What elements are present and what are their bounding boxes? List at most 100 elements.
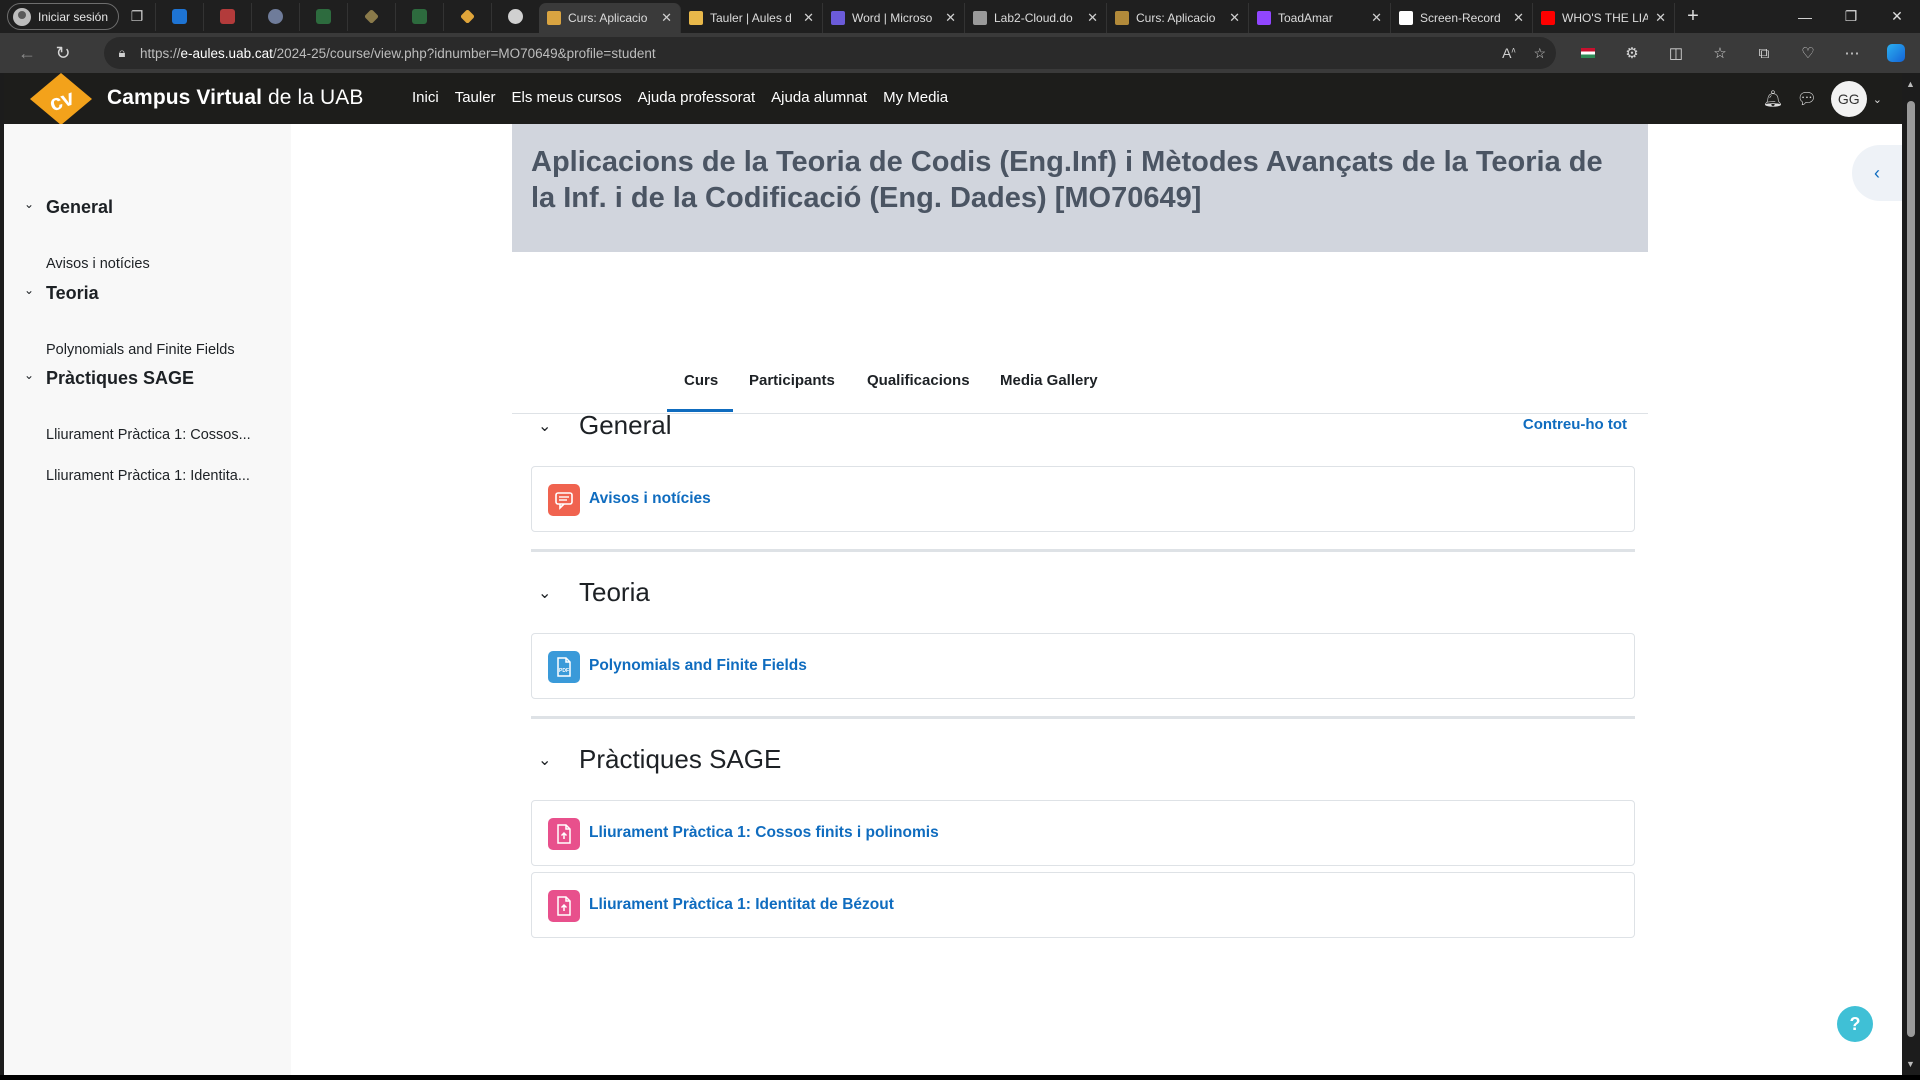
chevron-down-icon[interactable]: ⌄ xyxy=(538,750,551,770)
activity-name[interactable]: Polynomials and Finite Fields xyxy=(589,657,807,675)
scroll-up-arrow-icon[interactable]: ▲ xyxy=(1906,79,1915,89)
workspaces-icon[interactable]: ❐ xyxy=(119,3,155,31)
pinned-tab-2[interactable] xyxy=(251,2,299,31)
close-window-button[interactable]: ✕ xyxy=(1874,0,1920,33)
collections-icon[interactable]: ⧉ xyxy=(1742,33,1786,73)
chevron-down-icon[interactable]: ⌄ xyxy=(24,197,34,211)
drawer-section-practiques[interactable]: Pràctiques SAGE xyxy=(46,368,194,389)
browser-essentials-icon[interactable]: ♡ xyxy=(1786,33,1830,73)
scroll-down-arrow-icon[interactable]: ▼ xyxy=(1906,1059,1915,1069)
browser-tab[interactable]: Curs: Aplicacio ✕ xyxy=(1107,3,1249,33)
tab-media-gallery[interactable]: Media Gallery xyxy=(1000,372,1098,389)
copilot-icon[interactable] xyxy=(1874,33,1918,73)
nav-inici[interactable]: Inici xyxy=(412,89,439,106)
close-tab-icon[interactable]: ✕ xyxy=(1229,10,1240,26)
tab-favicon-icon xyxy=(1399,11,1413,25)
activity-avisos[interactable]: Avisos i notícies xyxy=(531,466,1635,532)
page-scrollbar[interactable]: ▲ ▼ xyxy=(1902,73,1920,1075)
activity-name[interactable]: Avisos i notícies xyxy=(589,490,711,508)
section-header: ⌄ General Contreu-ho tot xyxy=(531,406,1635,446)
open-block-drawer-button[interactable]: ‹ xyxy=(1852,145,1902,201)
browser-tab[interactable]: WHO'S THE LIA ✕ xyxy=(1533,3,1675,33)
close-tab-icon[interactable]: ✕ xyxy=(1655,10,1666,26)
tab-curs[interactable]: Curs xyxy=(684,372,718,389)
nav-tauler[interactable]: Tauler xyxy=(455,89,496,106)
drawer-section-teoria[interactable]: Teoria xyxy=(46,283,99,304)
split-screen-icon[interactable]: ◫ xyxy=(1654,33,1698,73)
scrollbar-thumb[interactable] xyxy=(1907,101,1915,1037)
close-tab-icon[interactable]: ✕ xyxy=(1087,10,1098,26)
browser-tab[interactable]: Screen-Record ✕ xyxy=(1391,3,1533,33)
url-path: /2024-25/course/view.php?idnumber=MO7064… xyxy=(272,45,656,61)
url-host: e-aules.uab.cat xyxy=(180,45,273,61)
messages-icon[interactable]: 💬︎ xyxy=(1797,89,1817,109)
nav-els-meus-cursos[interactable]: Els meus cursos xyxy=(512,89,622,106)
favorite-star-icon[interactable]: ☆ xyxy=(1533,45,1546,62)
back-button[interactable]: ← xyxy=(9,37,45,69)
pinned-tab-3[interactable] xyxy=(299,2,347,31)
browser-tab[interactable]: ToadAmar ✕ xyxy=(1249,3,1391,33)
chevron-down-icon[interactable]: ⌄ xyxy=(538,583,551,603)
browser-tab[interactable]: Tauler | Aules d ✕ xyxy=(681,3,823,33)
activity-polynomials[interactable]: PDF Polynomials and Finite Fields xyxy=(531,633,1635,699)
pinned-tab-outlook[interactable] xyxy=(155,2,203,31)
nav-ajuda-professorat[interactable]: Ajuda professorat xyxy=(638,89,756,106)
close-tab-icon[interactable]: ✕ xyxy=(1513,10,1524,26)
close-tab-icon[interactable]: ✕ xyxy=(1371,10,1382,26)
section-title[interactable]: Teoria xyxy=(579,577,650,608)
site-brand[interactable]: Campus Virtual de la UAB xyxy=(107,86,363,110)
tab-favicon-icon xyxy=(831,11,845,25)
nav-ajuda-alumnat[interactable]: Ajuda alumnat xyxy=(771,89,867,106)
url-prefix: https:// xyxy=(140,45,181,61)
pinned-tab-5[interactable] xyxy=(395,2,443,31)
browser-tab[interactable]: Word | Microso ✕ xyxy=(823,3,965,33)
favorites-icon[interactable]: ☆ xyxy=(1698,33,1742,73)
pinned-tab-1[interactable] xyxy=(203,2,251,31)
close-tab-icon[interactable]: ✕ xyxy=(661,10,672,26)
chevron-down-icon[interactable]: ⌄ xyxy=(24,368,34,382)
restore-button[interactable]: ❐ xyxy=(1828,0,1874,33)
nav-my-media[interactable]: My Media xyxy=(883,89,948,106)
address-bar[interactable]: 🔒︎ https://e-aules.uab.cat/2024-25/cours… xyxy=(104,37,1556,69)
chevron-down-icon[interactable]: ⌄ xyxy=(24,283,34,297)
profile-button[interactable]: Iniciar sesión xyxy=(7,3,119,30)
read-aloud-icon[interactable]: Aʌ xyxy=(1502,45,1515,61)
collapse-all-link[interactable]: Contreu-ho tot xyxy=(1523,416,1627,433)
section-title[interactable]: Pràctiques SAGE xyxy=(579,744,781,775)
extension-flag-icon[interactable] xyxy=(1566,33,1610,73)
notifications-bell-icon[interactable]: 🔔︎ xyxy=(1763,89,1783,109)
drawer-item-lliurament-identitat[interactable]: Lliurament Pràctica 1: Identita... xyxy=(46,468,250,484)
new-tab-button[interactable]: + xyxy=(1675,5,1711,28)
tab-title: WHO'S THE LIA xyxy=(1562,11,1649,25)
help-button[interactable]: ? xyxy=(1837,1006,1873,1042)
pinned-tab-6[interactable] xyxy=(443,2,491,31)
section-title[interactable]: General xyxy=(579,410,672,441)
more-menu-icon[interactable]: ⋯ xyxy=(1830,33,1874,73)
minimize-button[interactable]: — xyxy=(1782,0,1828,33)
chevron-down-icon[interactable]: ⌄ xyxy=(538,416,551,436)
activity-name[interactable]: Lliurament Pràctica 1: Cossos finits i p… xyxy=(589,824,939,842)
pinned-tab-7[interactable] xyxy=(491,2,539,31)
user-menu-chevron-icon[interactable]: ⌄ xyxy=(1873,93,1882,106)
drawer-item-polynomials[interactable]: Polynomials and Finite Fields xyxy=(46,342,235,358)
tab-participants[interactable]: Participants xyxy=(749,372,835,389)
drawer-section-general[interactable]: General xyxy=(46,197,113,218)
refresh-button[interactable]: ↻ xyxy=(45,37,81,69)
drawer-item-lliurament-cossos[interactable]: Lliurament Pràctica 1: Cossos... xyxy=(46,427,251,443)
campus-virtual-logo-icon[interactable]: cv xyxy=(26,73,96,127)
close-tab-icon[interactable]: ✕ xyxy=(803,10,814,26)
brand-bold: Campus Virtual xyxy=(107,86,263,109)
browser-tab[interactable]: Curs: Aplicacio ✕ xyxy=(539,3,681,33)
extensions-icon[interactable]: ⚙ xyxy=(1610,33,1654,73)
user-avatar[interactable]: GG xyxy=(1830,81,1867,117)
activity-lliurament-identitat[interactable]: Lliurament Pràctica 1: Identitat de Bézo… xyxy=(531,872,1635,938)
close-tab-icon[interactable]: ✕ xyxy=(945,10,956,26)
tab-qualificacions[interactable]: Qualificacions xyxy=(867,372,970,389)
activity-lliurament-cossos[interactable]: Lliurament Pràctica 1: Cossos finits i p… xyxy=(531,800,1635,866)
browser-toolbar: ← ↻ 🔒︎ https://e-aules.uab.cat/2024-25/c… xyxy=(0,33,1920,73)
activity-name[interactable]: Lliurament Pràctica 1: Identitat de Bézo… xyxy=(589,896,894,914)
browser-tab[interactable]: Lab2-Cloud.do ✕ xyxy=(965,3,1107,33)
pinned-tab-4[interactable] xyxy=(347,2,395,31)
assignment-icon xyxy=(548,818,580,850)
drawer-item-avisos[interactable]: Avisos i notícies xyxy=(46,256,150,272)
